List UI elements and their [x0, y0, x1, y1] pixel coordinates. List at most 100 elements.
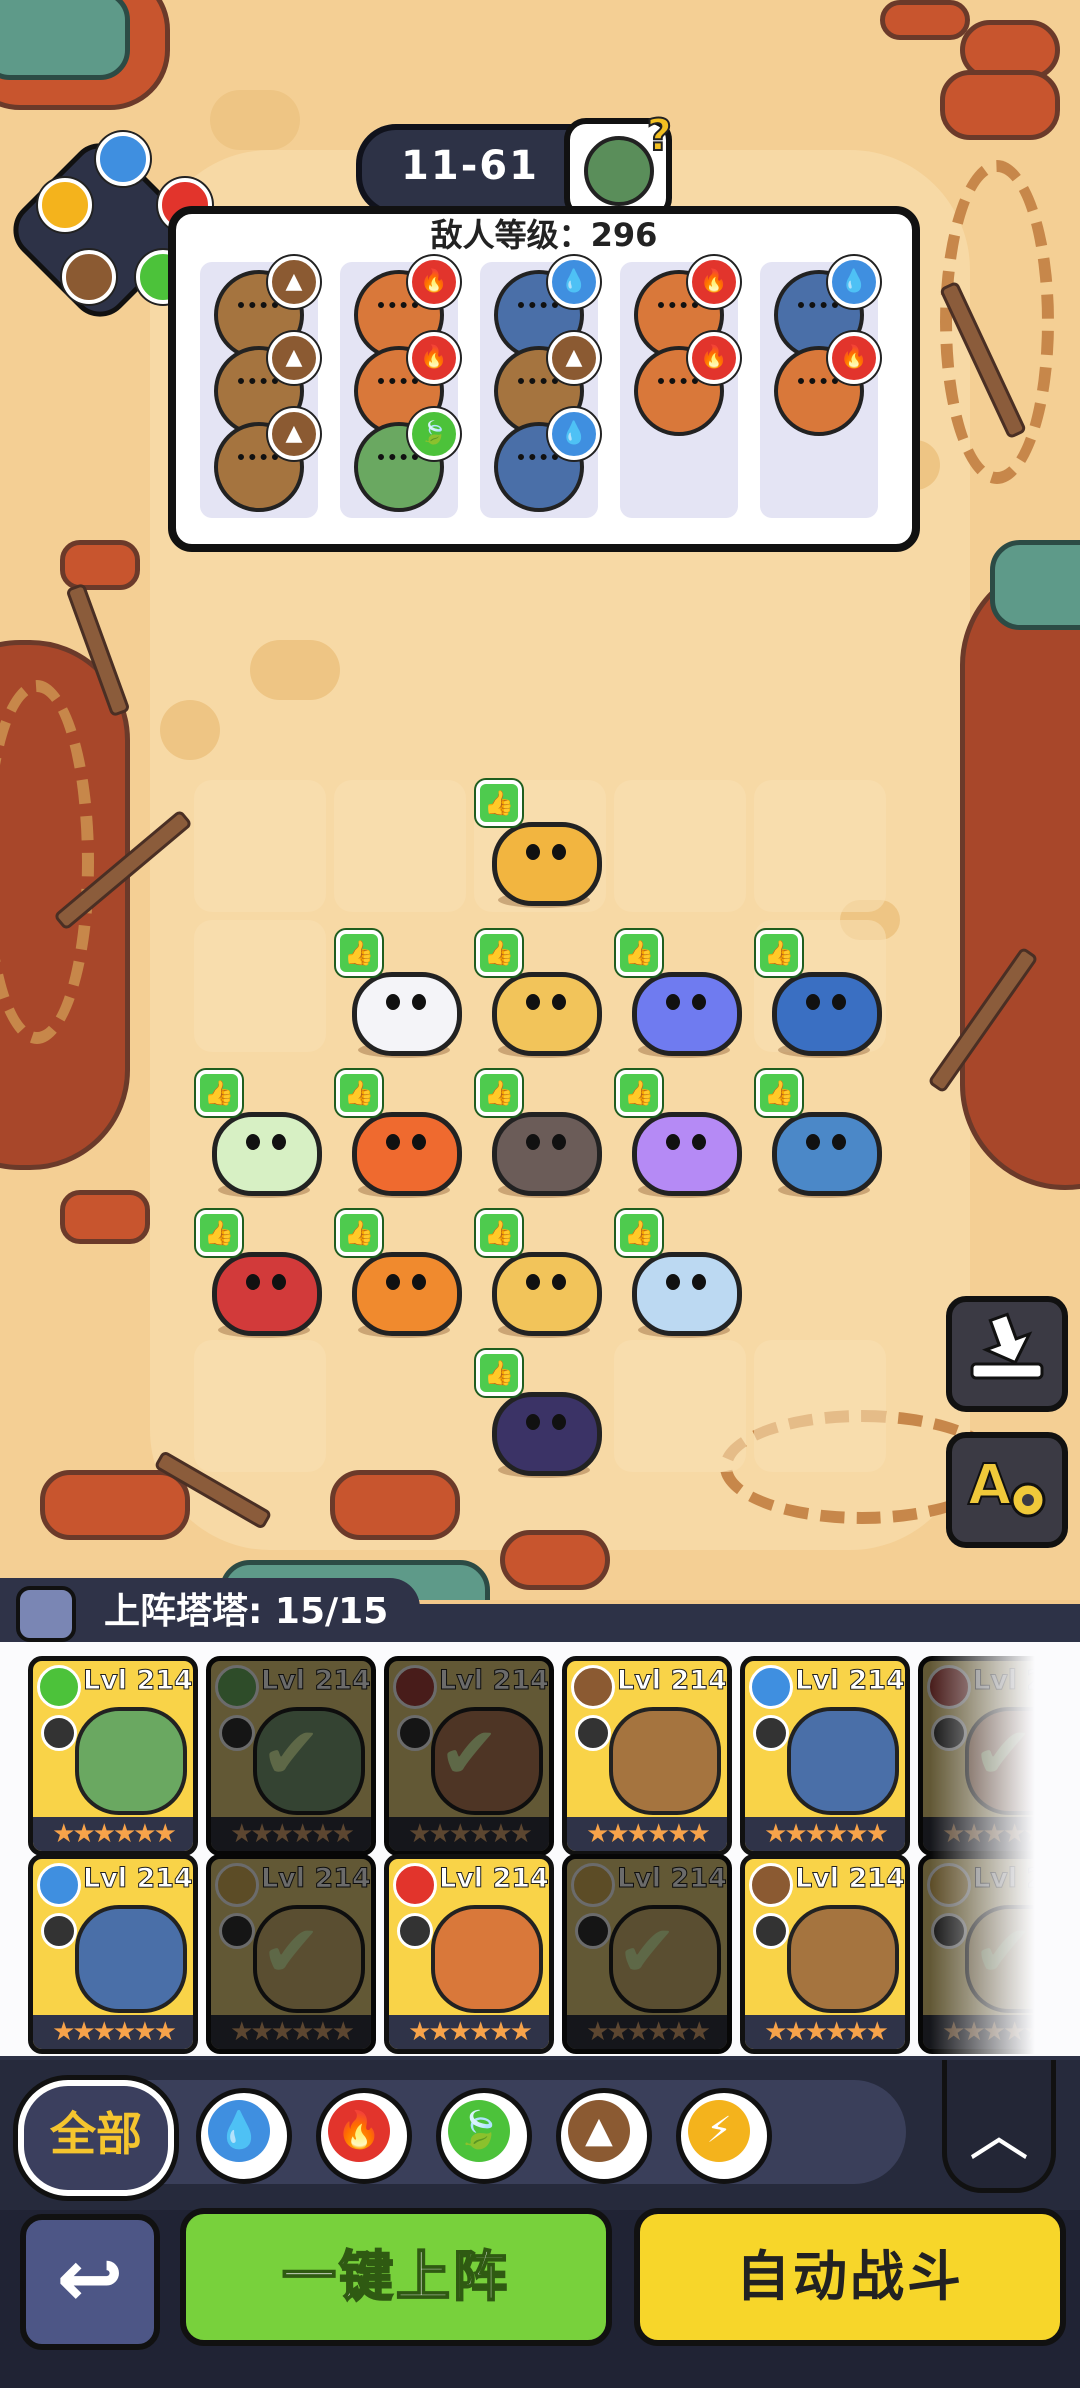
enemy-face — [518, 454, 558, 470]
leaf-icon: 🍃 — [448, 2100, 510, 2162]
rock-decoration — [940, 70, 1060, 140]
card-level: Lvl 214 — [439, 1665, 549, 1697]
star-rating: ★★★★★★ — [745, 2015, 905, 2049]
filter-water-button[interactable]: 💧 — [196, 2088, 292, 2184]
card-level: Lvl 214 — [617, 1665, 727, 1697]
water-drop-icon: 💧 — [208, 2100, 270, 2162]
tower-card[interactable]: Lvl 214 ★★★★★★ — [28, 1656, 198, 1856]
tower-portrait — [75, 1905, 187, 2013]
role-icon — [753, 1913, 789, 1949]
rock-decoration — [60, 1190, 150, 1244]
thumbs-up-icon: 👍 — [476, 780, 522, 826]
filter-lightning-button[interactable]: ⚡ — [676, 2088, 772, 2184]
tower-card[interactable]: Lvl 214 ★★★★★★ ✔ — [384, 1656, 554, 1856]
tower-card[interactable]: Lvl 214 ★★★★★★ — [384, 1854, 554, 2054]
lightning-element-icon — [215, 1863, 259, 1907]
card-level: Lvl 214 — [617, 1863, 727, 1895]
checkmark-icon: ✔ — [617, 1909, 678, 1993]
earth-element-icon — [62, 250, 116, 304]
deployed-count-label: 上阵塔塔: 15/15 — [104, 1591, 389, 1632]
enemy-level-title: 敌人等级：296 — [430, 216, 658, 254]
role-icon — [219, 1715, 255, 1751]
enemy-face — [798, 302, 838, 318]
role-icon — [41, 1715, 77, 1751]
boss-preview-button[interactable]: ? — [564, 109, 673, 220]
rock-decoration — [500, 1530, 610, 1590]
tower-card[interactable]: Lvl 214 ★★★★★★ ✔ — [206, 1854, 376, 2054]
card-level: Lvl 214 — [795, 1665, 905, 1697]
tower-card[interactable]: Lvl 214 ★★★★★★ — [740, 1656, 910, 1856]
sand-pebble — [250, 640, 340, 700]
lightning-icon: ⚡ — [688, 2100, 750, 2162]
rock-decoration — [40, 1470, 190, 1540]
sand-pebble — [210, 90, 300, 150]
checkmark-icon: ✔ — [261, 1711, 322, 1795]
auto-settings-button[interactable]: A — [946, 1432, 1068, 1548]
fire-element-badge-icon: 🔥 — [688, 256, 740, 308]
tower-card[interactable]: Lvl 214 ★★★★★★ — [28, 1854, 198, 2054]
fire-element-badge-icon: 🔥 — [828, 332, 880, 384]
lightning-element-icon — [571, 1863, 615, 1907]
one-click-deploy-button[interactable]: 一键上阵 — [180, 2208, 612, 2346]
water-element-badge-icon: 💧 — [548, 408, 600, 460]
enemy-face — [658, 378, 698, 394]
filter-fire-button[interactable]: 🔥 — [316, 2088, 412, 2184]
water-element-icon — [749, 1665, 793, 1709]
tower-card[interactable]: Lvl 214 ★★★★★★ — [562, 1656, 732, 1856]
auto-battle-button[interactable]: 自动战斗 — [634, 2208, 1066, 2346]
thumbs-up-icon: 👍 — [616, 930, 662, 976]
fire-icon: 🔥 — [328, 2100, 390, 2162]
thumbs-up-icon: 👍 — [336, 1070, 382, 1116]
checkmark-icon: ✔ — [439, 1711, 500, 1795]
tower-card[interactable]: Lvl 214 ★★★★★★ ✔ — [206, 1656, 376, 1856]
water-element-icon — [96, 132, 150, 186]
fire-element-badge-icon: 🔥 — [408, 332, 460, 384]
collapse-panel-button[interactable]: ︿ — [942, 2060, 1056, 2193]
back-button[interactable]: ↩ — [20, 2214, 160, 2350]
star-rating: ★★★★★★ — [33, 1817, 193, 1851]
tower-card[interactable]: Lvl 214 ★★★★★★ — [740, 1854, 910, 2054]
star-rating: ★★★★★★ — [567, 2015, 727, 2049]
card-level: Lvl 214 — [795, 1863, 905, 1895]
star-rating: ★★★★★★ — [389, 1817, 549, 1851]
save-formation-button[interactable] — [946, 1296, 1068, 1412]
fire-element-icon — [393, 1863, 437, 1907]
star-rating: ★★★★★★ — [389, 2015, 549, 2049]
download-icon — [970, 1312, 1044, 1380]
earth-element-badge-icon: ▲ — [548, 332, 600, 384]
star-rating: ★★★★★★ — [33, 2015, 193, 2049]
leaf-element-icon — [215, 1665, 259, 1709]
thumbs-up-icon: 👍 — [756, 1070, 802, 1116]
role-icon — [219, 1913, 255, 1949]
filter-all-button[interactable]: 全部 — [18, 2080, 174, 2196]
tower-portrait — [787, 1707, 899, 1815]
leaf-element-icon — [37, 1665, 81, 1709]
earth-element-badge-icon: ▲ — [268, 408, 320, 460]
stage-number: 11-61 — [401, 143, 539, 189]
thumbs-up-icon: 👍 — [336, 930, 382, 976]
tower-card[interactable]: Lvl 214 ★★★★★★ ✔ — [562, 1854, 732, 2054]
thumbs-up-icon: 👍 — [616, 1210, 662, 1256]
return-arrow-icon: ↩ — [56, 2232, 124, 2325]
enemy-face — [378, 378, 418, 394]
thumbs-up-icon: 👍 — [196, 1210, 242, 1256]
card-level: Lvl 214 — [83, 1863, 193, 1895]
leaf-element-badge-icon: 🍃 — [408, 408, 460, 460]
cat-mascot-icon — [16, 1586, 76, 1642]
bush-decoration — [0, 0, 130, 80]
fire-element-badge-icon: 🔥 — [688, 332, 740, 384]
rock-decoration — [60, 540, 140, 590]
filter-leaf-button[interactable]: 🍃 — [436, 2088, 532, 2184]
card-level: Lvl 214 — [439, 1863, 549, 1895]
rock-decoration — [960, 560, 1080, 1190]
role-icon — [41, 1913, 77, 1949]
filter-earth-button[interactable]: ▲ — [556, 2088, 652, 2184]
tower-portrait — [431, 1905, 543, 2013]
element-cycle-emblem[interactable] — [0, 120, 212, 329]
role-icon — [753, 1715, 789, 1751]
thumbs-up-icon: 👍 — [336, 1210, 382, 1256]
earth-mountain-icon: ▲ — [568, 2100, 630, 2162]
thumbs-up-icon: 👍 — [616, 1070, 662, 1116]
rock-decoration — [330, 1470, 460, 1540]
thumbs-up-icon: 👍 — [476, 1210, 522, 1256]
